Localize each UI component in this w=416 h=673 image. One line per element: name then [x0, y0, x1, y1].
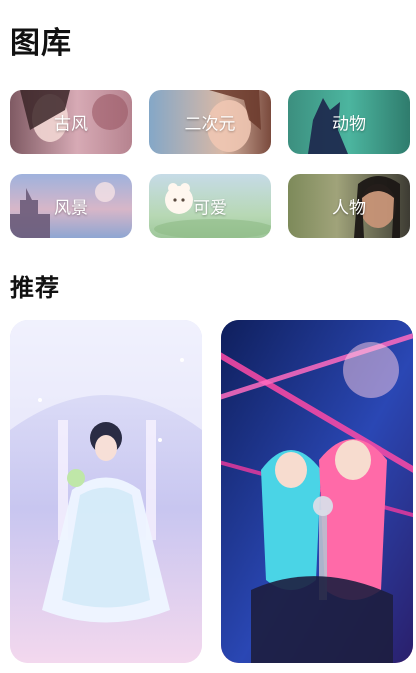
page-title: 图库 [10, 26, 72, 61]
category-label: 二次元 [184, 114, 236, 135]
category-label: 风景 [54, 198, 88, 219]
recommend-image-idols [221, 320, 413, 663]
category-label: 动物 [332, 114, 366, 135]
recommend-card-idols[interactable] [221, 320, 413, 663]
category-scenery[interactable]: 风景 [10, 174, 132, 238]
category-label: 古风 [54, 114, 88, 135]
category-label: 可爱 [193, 198, 227, 219]
category-cute[interactable]: 可爱 [149, 174, 271, 238]
category-anime[interactable]: 二次元 [149, 90, 271, 154]
recommend-card-princess[interactable] [10, 320, 202, 663]
category-animals[interactable]: 动物 [288, 90, 410, 154]
recommend-image-princess [10, 320, 202, 663]
recommend-title: 推荐 [10, 274, 60, 302]
category-people[interactable]: 人物 [288, 174, 410, 238]
category-label: 人物 [332, 198, 366, 219]
category-ancient-style[interactable]: 古风 [10, 90, 132, 154]
